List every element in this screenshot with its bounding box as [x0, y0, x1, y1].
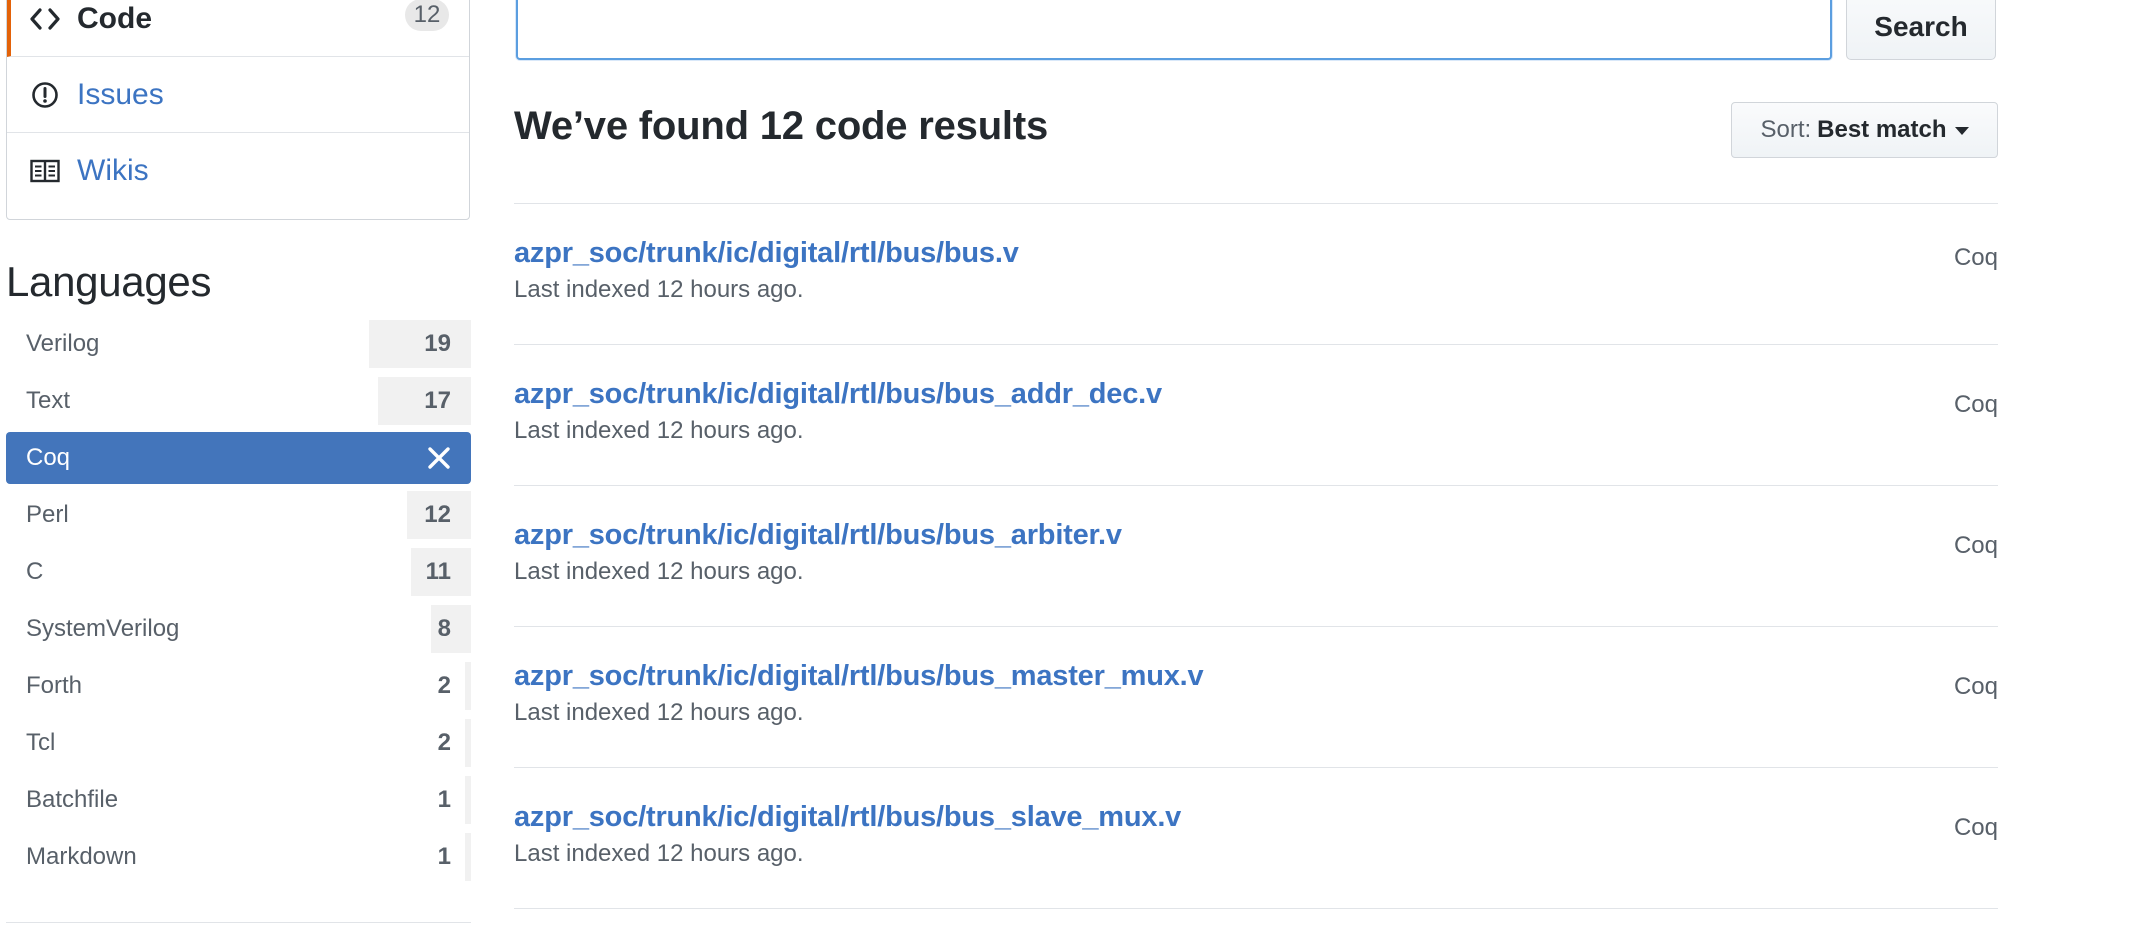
clear-language-filter-icon[interactable]: [425, 444, 453, 472]
search-input[interactable]: [516, 0, 1832, 60]
languages-heading: Languages: [6, 258, 212, 305]
language-count-badge: 11: [411, 548, 471, 596]
code-results-counter: 12: [405, 0, 449, 31]
language-filter-verilog[interactable]: Verilog 19: [6, 318, 471, 370]
language-name: C: [26, 558, 44, 585]
code-result-item: azpr_soc/trunk/ic/digital/rtl/bus/bus_ma…: [514, 626, 1998, 767]
language-count: 8: [437, 615, 451, 642]
result-language: Coq: [1953, 244, 1998, 271]
language-count: 17: [424, 387, 451, 414]
sort-label: Sort:: [1760, 116, 1812, 143]
search-type-nav: Code 12 Issues Wikis: [6, 0, 470, 220]
search-button[interactable]: Search: [1846, 0, 1996, 60]
language-name: Forth: [26, 672, 83, 699]
language-count-badge: 2: [438, 719, 471, 767]
nav-item-wikis-label: Wikis: [77, 154, 149, 187]
language-name: Text: [26, 387, 71, 414]
result-indexed-time: Last indexed 12 hours ago.: [514, 699, 804, 726]
language-count-badge: 1: [438, 776, 471, 824]
result-indexed-time: Last indexed 12 hours ago.: [514, 558, 804, 585]
code-result-item: azpr_soc/trunk/ic/digital/rtl/bus/bus_ar…: [514, 485, 1998, 626]
language-filter-perl[interactable]: Perl 12: [6, 489, 471, 541]
language-filter-systemverilog[interactable]: SystemVerilog 8: [6, 603, 471, 655]
nav-item-wikis[interactable]: Wikis: [7, 133, 469, 209]
nav-item-issues-label: Issues: [77, 77, 164, 111]
result-indexed-time: Last indexed 12 hours ago.: [514, 276, 804, 303]
result-language: Coq: [1953, 673, 1998, 700]
language-name: Verilog: [26, 330, 100, 357]
language-name: Tcl: [26, 729, 56, 756]
language-name: Coq: [26, 444, 71, 471]
language-count: 2: [437, 729, 451, 756]
result-file-link[interactable]: azpr_soc/trunk/ic/digital/rtl/bus/bus_ma…: [514, 660, 1204, 693]
language-count: 12: [424, 501, 451, 528]
language-count: 11: [425, 558, 451, 585]
language-filter-markdown[interactable]: Markdown 1: [6, 831, 471, 883]
languages-list: Verilog 19 Text 17 Coq Perl 12 C 11 Syst…: [6, 318, 471, 888]
language-name: Perl: [26, 501, 69, 528]
language-count: 2: [437, 672, 451, 699]
result-indexed-time: Last indexed 12 hours ago.: [514, 840, 804, 867]
book-icon: [27, 153, 63, 189]
sort-selected-value: Best match: [1817, 116, 1947, 143]
code-results-list: azpr_soc/trunk/ic/digital/rtl/bus/bus.v …: [514, 203, 1998, 909]
language-filter-tcl[interactable]: Tcl 2: [6, 717, 471, 769]
language-count-badge: 19: [369, 320, 471, 368]
code-result-item: azpr_soc/trunk/ic/digital/rtl/bus/bus.v …: [514, 203, 1998, 344]
language-count: 1: [437, 786, 451, 813]
language-filter-coq[interactable]: Coq: [6, 432, 471, 484]
result-language: Coq: [1953, 532, 1998, 559]
language-filter-batchfile[interactable]: Batchfile 1: [6, 774, 471, 826]
nav-item-issues[interactable]: Issues: [7, 57, 469, 133]
result-file-link[interactable]: azpr_soc/trunk/ic/digital/rtl/bus/bus.v: [514, 237, 1019, 270]
code-result-item: azpr_soc/trunk/ic/digital/rtl/bus/bus_sl…: [514, 767, 1998, 908]
code-icon: [27, 1, 63, 37]
language-filter-text[interactable]: Text 17: [6, 375, 471, 427]
code-result-item: azpr_soc/trunk/ic/digital/rtl/bus/bus_ad…: [514, 344, 1998, 485]
language-count-badge: 17: [378, 377, 471, 425]
issue-opened-icon: [27, 77, 63, 113]
result-file-link[interactable]: azpr_soc/trunk/ic/digital/rtl/bus/bus_sl…: [514, 801, 1181, 834]
language-count-badge: 8: [431, 605, 471, 653]
language-count-badge: 12: [407, 491, 471, 539]
result-file-link[interactable]: azpr_soc/trunk/ic/digital/rtl/bus/bus_ar…: [514, 519, 1122, 552]
result-language: Coq: [1953, 814, 1998, 841]
language-count-badge: 1: [438, 833, 471, 881]
language-count: 19: [424, 330, 451, 357]
language-name: Batchfile: [26, 786, 119, 813]
nav-item-code[interactable]: Code 12: [7, 0, 469, 57]
nav-item-code-label: Code: [77, 1, 152, 35]
language-name: SystemVerilog: [26, 615, 180, 642]
language-filter-c[interactable]: C 11: [6, 546, 471, 598]
caret-down-icon: [1954, 127, 1969, 135]
result-indexed-time: Last indexed 12 hours ago.: [514, 417, 804, 444]
sort-dropdown[interactable]: Sort: Best match: [1731, 102, 1998, 158]
results-count-title: We’ve found 12 code results: [514, 104, 1049, 148]
result-file-link[interactable]: azpr_soc/trunk/ic/digital/rtl/bus/bus_ad…: [514, 378, 1162, 411]
result-language: Coq: [1953, 391, 1998, 418]
language-filter-forth[interactable]: Forth 2: [6, 660, 471, 712]
sidebar-divider: [6, 922, 471, 923]
language-count: 1: [437, 843, 451, 870]
language-count-badge: 2: [438, 662, 471, 710]
results-divider: [514, 908, 1998, 909]
language-name: Markdown: [26, 843, 137, 870]
